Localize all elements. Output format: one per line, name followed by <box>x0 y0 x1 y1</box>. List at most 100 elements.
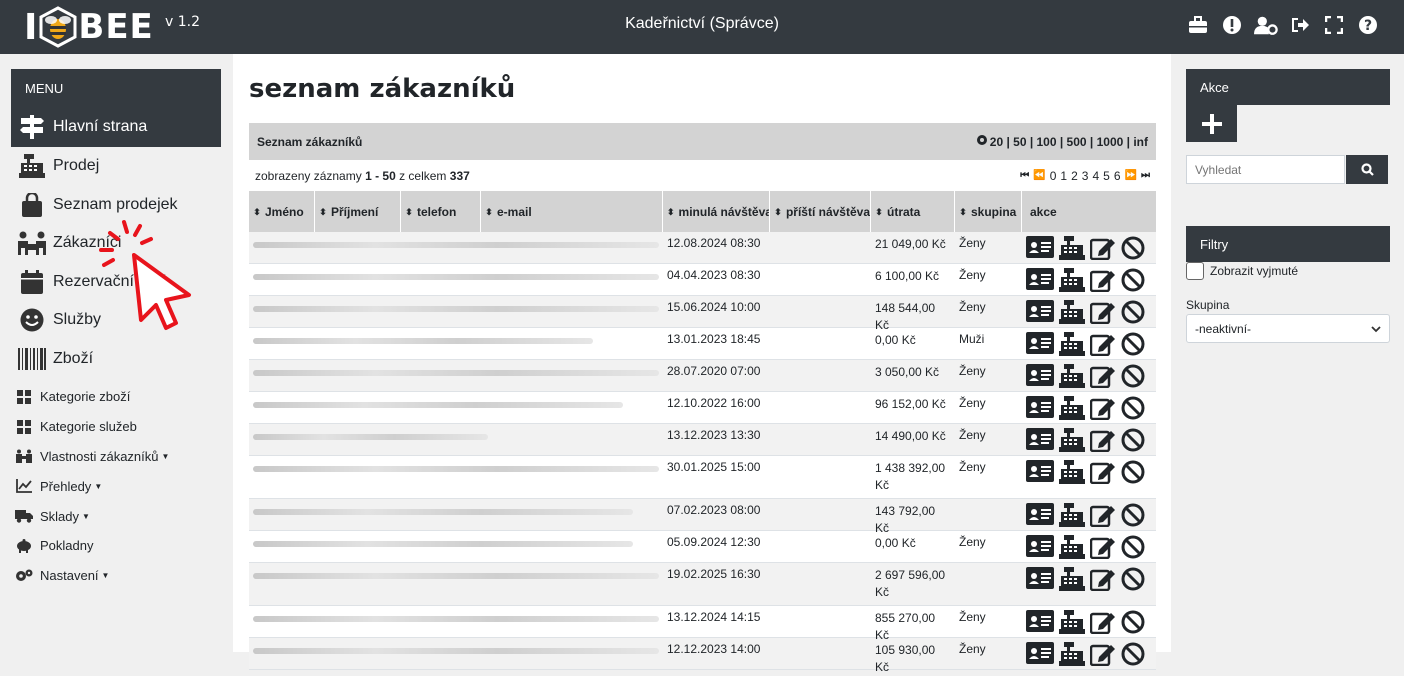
block-icon[interactable] <box>1121 396 1145 423</box>
cash-register-icon[interactable] <box>1059 332 1085 359</box>
cash-register-icon[interactable] <box>1059 535 1085 562</box>
user-settings-icon[interactable] <box>1254 14 1278 36</box>
col-jmeno[interactable]: ⬍ Jméno <box>249 191 315 232</box>
block-icon[interactable] <box>1121 300 1145 327</box>
customer-card-icon[interactable] <box>1026 610 1054 635</box>
show-excluded-filter[interactable]: Zobrazit vyjmuté <box>1186 262 1390 280</box>
cash-register-icon[interactable] <box>1059 567 1085 594</box>
menu-item-seznam-prodejek[interactable]: Seznam prodejek <box>11 186 221 225</box>
table-row[interactable]: 30.01.2025 15:00 1 438 392,00 Kč Ženy <box>249 456 1156 499</box>
cash-register-icon[interactable] <box>1059 428 1085 455</box>
menu-item-prodej[interactable]: Prodej <box>11 147 221 186</box>
edit-icon[interactable] <box>1089 268 1116 295</box>
page-link[interactable]: 1 <box>1060 169 1067 183</box>
fullscreen-icon[interactable] <box>1322 14 1346 36</box>
menu-item-pokladny[interactable]: Pokladny <box>11 531 221 561</box>
menu-item-kategorie-zbozi[interactable]: Kategorie zboží <box>11 382 221 412</box>
table-row[interactable]: 05.09.2024 12:30 0,00 Kč Ženy <box>249 531 1156 563</box>
next-page-icon[interactable]: ⏩ <box>1125 170 1137 181</box>
edit-icon[interactable] <box>1089 460 1116 487</box>
group-select[interactable]: -neaktivní- <box>1186 314 1390 343</box>
customer-card-icon[interactable] <box>1026 460 1054 485</box>
edit-icon[interactable] <box>1089 642 1116 669</box>
col-pristi-navsteva[interactable]: ⬍ příští návštěva <box>770 191 871 232</box>
menu-item-hlavni-strana[interactable]: Hlavní strana <box>11 107 221 147</box>
search-input[interactable] <box>1186 155 1345 184</box>
page-link[interactable]: 6 <box>1114 169 1121 183</box>
table-row[interactable]: 04.04.2023 08:30 6 100,00 Kč Ženy <box>249 264 1156 296</box>
help-icon[interactable]: ? <box>1356 14 1380 36</box>
customer-card-icon[interactable] <box>1026 268 1054 293</box>
table-row[interactable]: 15.06.2024 10:00 148 544,00 Kč Ženy <box>249 296 1156 332</box>
cash-register-icon[interactable] <box>1059 268 1085 295</box>
edit-icon[interactable] <box>1089 236 1116 263</box>
col-telefon[interactable]: ⬍ telefon <box>401 191 481 232</box>
block-icon[interactable] <box>1121 332 1145 359</box>
block-icon[interactable] <box>1121 567 1145 594</box>
last-page-icon[interactable]: ⏭ <box>1141 170 1150 181</box>
table-row[interactable]: 19.02.2025 16:30 2 697 596,00 Kč <box>249 563 1156 606</box>
customer-card-icon[interactable] <box>1026 567 1054 592</box>
page-link[interactable]: 3 <box>1082 169 1089 183</box>
cash-register-icon[interactable] <box>1059 503 1085 530</box>
block-icon[interactable] <box>1121 642 1145 669</box>
cash-register-icon[interactable] <box>1059 460 1085 487</box>
table-row[interactable]: 12.12.2023 14:00 105 930,00 Kč Ženy <box>249 638 1156 674</box>
menu-item-vlastnosti-zakazniku[interactable]: Vlastnosti zákazníků ▼ <box>11 442 221 472</box>
edit-icon[interactable] <box>1089 396 1116 423</box>
block-icon[interactable] <box>1121 460 1145 487</box>
edit-icon[interactable] <box>1089 300 1116 327</box>
add-customer-button[interactable] <box>1186 105 1237 142</box>
table-row[interactable]: 12.08.2024 08:30 21 049,00 Kč Ženy <box>249 232 1156 264</box>
page-link[interactable]: 2 <box>1071 169 1078 183</box>
table-row[interactable]: 12.10.2022 16:00 96 152,00 Kč Ženy <box>249 392 1156 424</box>
cash-register-icon[interactable] <box>1059 396 1085 423</box>
menu-item-kategorie-sluzeb[interactable]: Kategorie služeb <box>11 412 221 442</box>
edit-icon[interactable] <box>1089 567 1116 594</box>
menu-item-sluzby[interactable]: Služby <box>11 301 221 340</box>
customer-card-icon[interactable] <box>1026 396 1054 421</box>
menu-item-rezervacni-diar[interactable]: Rezervační diář <box>11 263 221 302</box>
block-icon[interactable] <box>1121 503 1145 530</box>
page-link[interactable]: 4 <box>1092 169 1099 183</box>
col-email[interactable]: ⬍ e-mail <box>481 191 663 232</box>
col-prijmeni[interactable]: ⬍ Příjmení <box>315 191 401 232</box>
block-icon[interactable] <box>1121 428 1145 455</box>
table-row[interactable]: 13.01.2023 18:45 0,00 Kč Muži <box>249 328 1156 360</box>
search-button[interactable] <box>1346 155 1388 184</box>
logout-icon[interactable] <box>1288 14 1312 36</box>
block-icon[interactable] <box>1121 364 1145 391</box>
cash-register-icon[interactable] <box>1059 236 1085 263</box>
menu-item-prehledy[interactable]: Přehledy ▼ <box>11 471 221 501</box>
menu-item-nastaveni[interactable]: Nastavení ▼ <box>11 561 221 591</box>
table-row[interactable]: 13.12.2023 13:30 14 490,00 Kč Ženy <box>249 424 1156 456</box>
menu-item-zakaznici[interactable]: Zákazníci <box>11 224 221 263</box>
customer-card-icon[interactable] <box>1026 236 1054 261</box>
menu-item-sklady[interactable]: Sklady ▼ <box>11 501 221 531</box>
block-icon[interactable] <box>1121 535 1145 562</box>
customer-card-icon[interactable] <box>1026 642 1054 667</box>
block-icon[interactable] <box>1121 236 1145 263</box>
show-excluded-checkbox[interactable] <box>1186 262 1204 280</box>
cash-register-icon[interactable] <box>1059 642 1085 669</box>
edit-icon[interactable] <box>1089 610 1116 637</box>
cash-register-icon[interactable] <box>1059 610 1085 637</box>
block-icon[interactable] <box>1121 610 1145 637</box>
customer-card-icon[interactable] <box>1026 332 1054 357</box>
first-page-icon[interactable]: ⏮ <box>1020 170 1029 181</box>
table-row[interactable]: 07.02.2023 08:00 143 792,00 Kč <box>249 499 1156 535</box>
gear-icon[interactable] <box>976 134 988 149</box>
customer-card-icon[interactable] <box>1026 300 1054 325</box>
page-link[interactable]: 5 <box>1103 169 1110 183</box>
customer-card-icon[interactable] <box>1026 535 1054 560</box>
edit-icon[interactable] <box>1089 428 1116 455</box>
alert-icon[interactable] <box>1220 14 1244 36</box>
prev-page-icon[interactable]: ⏪ <box>1033 170 1045 181</box>
table-row[interactable]: 28.07.2020 07:00 3 050,00 Kč Ženy <box>249 360 1156 392</box>
table-row[interactable]: 13.12.2024 14:15 855 270,00 Kč Ženy <box>249 606 1156 642</box>
customer-card-icon[interactable] <box>1026 364 1054 389</box>
menu-item-zbozi[interactable]: Zboží <box>11 340 221 379</box>
edit-icon[interactable] <box>1089 364 1116 391</box>
page-size-options[interactable]: 20 | 50 | 100 | 500 | 1000 | inf <box>990 135 1148 149</box>
edit-icon[interactable] <box>1089 535 1116 562</box>
